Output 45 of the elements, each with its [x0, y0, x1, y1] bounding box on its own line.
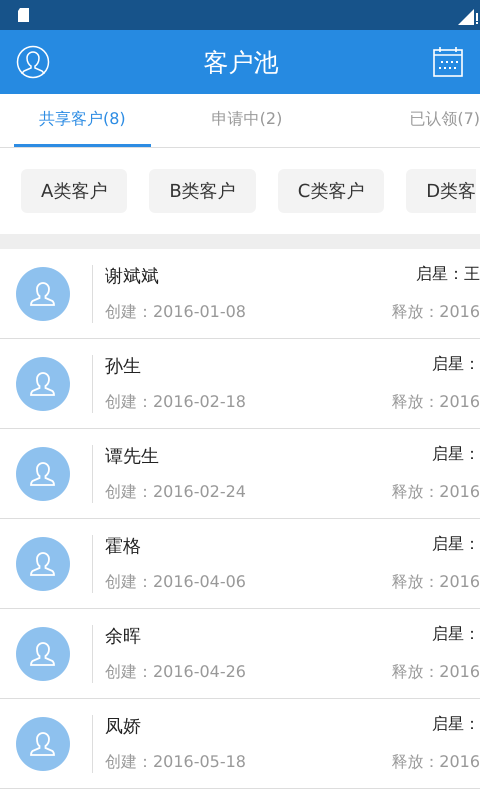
customer-row[interactable]: 谭先生 启星： 创建：2016-02-24 释放：2016 [0, 429, 480, 519]
category-chip[interactable]: C类客户 [278, 169, 384, 213]
released-date: 释放：2016 [391, 392, 480, 413]
avatar-icon [16, 716, 70, 770]
customer-name: 余晖 [105, 625, 141, 648]
calendar-icon[interactable] [432, 46, 464, 78]
category-chip[interactable]: A类客户 [21, 169, 128, 213]
customer-row[interactable]: 霍格 启星： 创建：2016-04-06 释放：2016 [0, 519, 480, 609]
created-date: 创建：2016-01-08 [105, 302, 246, 323]
released-date: 释放：2016 [391, 662, 480, 683]
owner-label: 启星：王 [416, 264, 480, 285]
owner-label: 启星： [432, 534, 480, 555]
category-chip[interactable]: B类客户 [149, 169, 256, 213]
created-date: 创建：2016-05-18 [105, 752, 246, 773]
page-title: 客户池 [204, 46, 278, 78]
released-date: 释放：2016 [391, 302, 480, 323]
customer-name: 凤娇 [105, 715, 141, 738]
customer-name: 孙生 [105, 355, 141, 378]
avatar-icon [16, 536, 70, 590]
customer-row[interactable]: 孙生 启星： 创建：2016-02-18 释放：2016 [0, 339, 480, 429]
customer-name: 霍格 [105, 535, 141, 558]
created-date: 创建：2016-02-18 [105, 392, 246, 413]
category-chip[interactable]: D类客 [406, 169, 476, 213]
user-profile-icon[interactable] [16, 45, 50, 79]
released-date: 释放：2016 [391, 572, 480, 593]
sd-card-icon [16, 7, 32, 23]
owner-label: 启星： [432, 714, 480, 735]
avatar-icon [16, 626, 70, 680]
customer-row[interactable]: 凤娇 启星： 创建：2016-05-18 释放：2016 [0, 699, 480, 789]
tab[interactable]: 共享客户(8) [14, 94, 151, 147]
customer-row[interactable]: 谢斌斌 启星：王 创建：2016-01-08 释放：2016 [0, 249, 480, 339]
avatar-icon [16, 446, 70, 500]
owner-label: 启星： [432, 354, 480, 375]
customer-name: 谭先生 [105, 445, 159, 468]
customer-name: 谢斌斌 [105, 265, 159, 288]
created-date: 创建：2016-04-26 [105, 662, 246, 683]
released-date: 释放：2016 [391, 482, 480, 503]
avatar-icon [16, 356, 70, 410]
released-date: 释放：2016 [391, 752, 480, 773]
owner-label: 启星： [432, 444, 480, 465]
owner-label: 启星： [432, 624, 480, 645]
customer-row[interactable]: 余晖 启星： 创建：2016-04-26 释放：2016 [0, 609, 480, 699]
avatar-icon [16, 266, 70, 320]
created-date: 创建：2016-04-06 [105, 572, 246, 593]
created-date: 创建：2016-02-24 [105, 482, 246, 503]
